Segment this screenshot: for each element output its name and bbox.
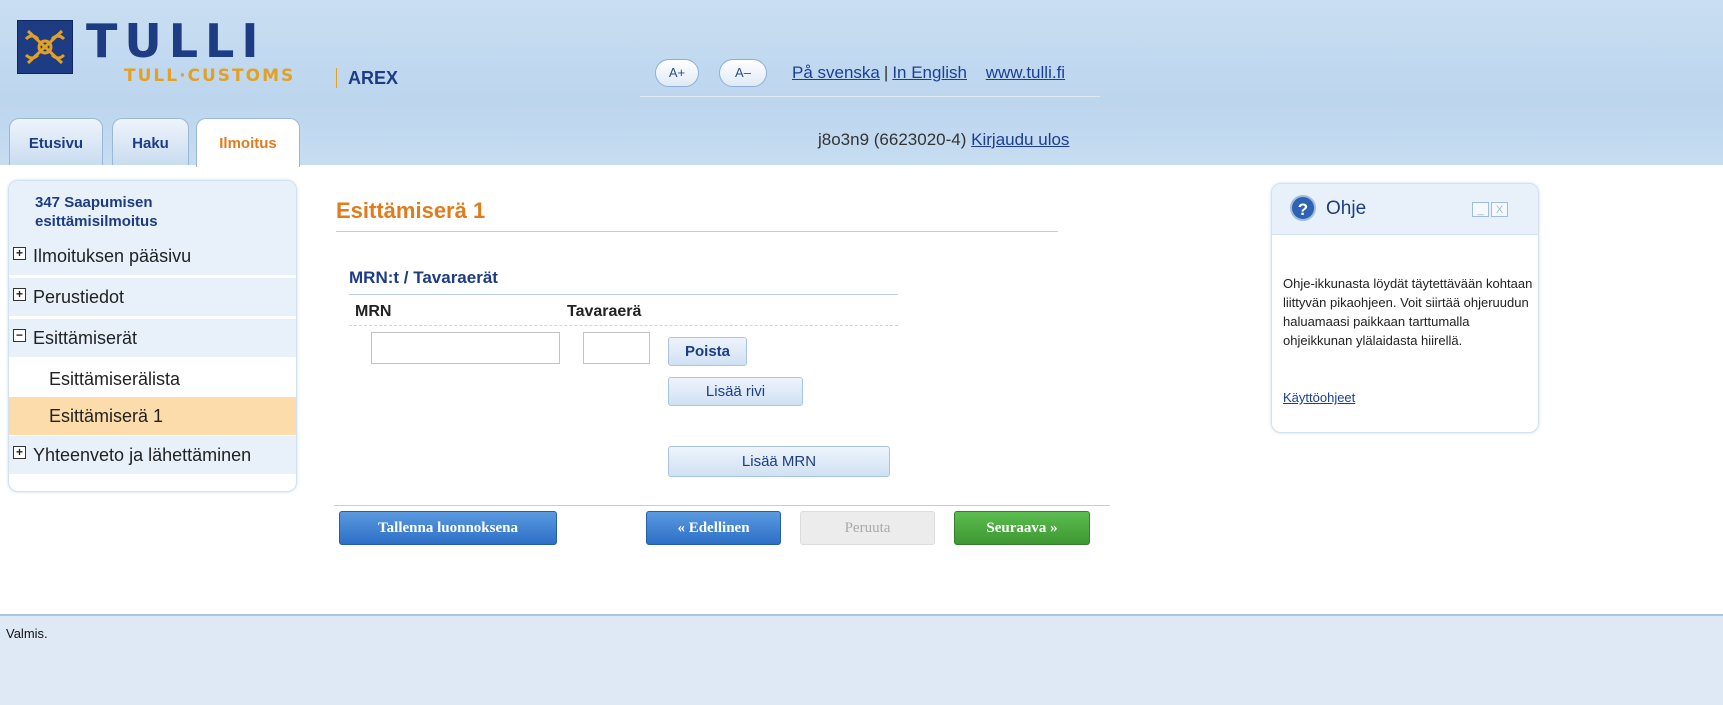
delete-row-button[interactable]: Poista — [668, 337, 747, 366]
header-row-divider — [349, 325, 898, 326]
app-name: AREX — [348, 68, 399, 88]
column-header-mrn: MRN — [355, 303, 392, 320]
sidebar-item-esittamisera-1[interactable]: Esittämiserä 1 — [9, 397, 296, 435]
logout-link[interactable]: Kirjaudu ulos — [971, 130, 1069, 149]
status-text: Valmis. — [6, 626, 48, 641]
close-icon[interactable]: X — [1491, 202, 1508, 217]
page-title: Esittämiserä 1 — [336, 198, 486, 223]
actions-divider — [334, 505, 1110, 506]
swedish-link[interactable]: På svenska — [792, 63, 880, 82]
help-title: Ohje — [1326, 198, 1367, 219]
add-mrn-button[interactable]: Lisää MRN — [668, 446, 890, 477]
tab-haku[interactable]: Haku — [112, 118, 189, 165]
logo-title: TULLI — [86, 14, 266, 68]
sidebar-item-ilmoituksen-paasivu[interactable]: + Ilmoituksen pääsivu — [9, 237, 296, 275]
sidebar-title: 347 Saapumisen esittämisilmoitus — [9, 181, 296, 237]
sidebar-item-label: Yhteenveto ja lähettäminen — [33, 445, 252, 465]
minimize-icon[interactable]: _ — [1472, 202, 1489, 217]
collapse-icon[interactable]: − — [13, 329, 26, 342]
sidebar-nav: 347 Saapumisen esittämisilmoitus + Ilmoit… — [8, 180, 297, 492]
save-draft-button[interactable]: Tallenna luonnoksena — [339, 511, 557, 545]
sidebar-item-label: Esittämiserälista — [49, 369, 181, 389]
mrn-input[interactable] — [371, 332, 560, 364]
sidebar-item-label: Ilmoituksen pääsivu — [33, 246, 192, 266]
user-info: j8o3n9 (6623020-4) Kirjaudu ulos — [818, 130, 1069, 150]
header-bar: TULLI TULL·CUSTOMS AREX A+ A– På svenska… — [0, 0, 1723, 167]
lang-separator: | — [883, 63, 889, 82]
help-panel[interactable]: ? Ohje _ X Ohje-ikkunasta löydät täytett… — [1271, 183, 1539, 433]
sidebar-item-label: Esittämiserä 1 — [49, 406, 164, 426]
expand-icon[interactable]: + — [13, 247, 26, 260]
column-header-tavaraera: Tavaraerä — [567, 303, 642, 320]
logo-divider — [336, 68, 337, 88]
tulli-site-link[interactable]: www.tulli.fi — [986, 63, 1065, 82]
tab-ilmoitus[interactable]: Ilmoitus — [196, 118, 300, 167]
expand-icon[interactable]: + — [13, 446, 26, 459]
help-question-icon: ? — [1290, 195, 1316, 221]
title-divider — [336, 231, 1058, 232]
font-decrease-button[interactable]: A– — [719, 59, 767, 87]
sidebar-item-perustiedot[interactable]: + Perustiedot — [9, 278, 296, 316]
cancel-button[interactable]: Peruuta — [800, 511, 935, 545]
sidebar-item-yhteenveto[interactable]: + Yhteenveto ja lähettäminen — [9, 436, 296, 474]
tulli-emblem-icon — [17, 20, 73, 74]
help-panel-header[interactable]: ? Ohje _ X — [1272, 184, 1538, 235]
tavaraera-input[interactable] — [583, 332, 650, 364]
sidebar-item-esittamiseralista[interactable]: Esittämiserälista — [9, 360, 296, 398]
logo-subtitle: TULL·CUSTOMS — [124, 66, 296, 86]
user-guide-link[interactable]: Käyttöohjeet — [1283, 390, 1355, 405]
english-link[interactable]: In English — [892, 63, 967, 82]
user-id: j8o3n9 (6623020-4) — [818, 130, 967, 149]
section-title: MRN:t / Tavaraerät — [349, 268, 498, 287]
add-row-button[interactable]: Lisää rivi — [668, 377, 803, 406]
next-button[interactable]: Seuraava » — [954, 511, 1090, 545]
expand-icon[interactable]: + — [13, 288, 26, 301]
tab-etusivu[interactable]: Etusivu — [9, 118, 103, 165]
font-increase-button[interactable]: A+ — [655, 59, 699, 87]
sidebar-item-esittamiserat[interactable]: − Esittämiserät — [9, 319, 296, 357]
section-divider — [349, 294, 898, 295]
header-divider — [640, 96, 1100, 97]
sidebar-item-label: Esittämiserät — [33, 328, 138, 348]
sidebar-title-text: 347 Saapumisen esittämisilmoitus — [35, 194, 158, 230]
previous-button[interactable]: « Edellinen — [646, 511, 781, 545]
status-bar: Valmis. — [0, 614, 1723, 705]
help-text: Ohje-ikkunasta löydät täytettävään kohta… — [1283, 276, 1533, 348]
language-links: På svenska | In English www.tulli.fi — [792, 63, 1065, 83]
sidebar-item-label: Perustiedot — [33, 287, 125, 307]
